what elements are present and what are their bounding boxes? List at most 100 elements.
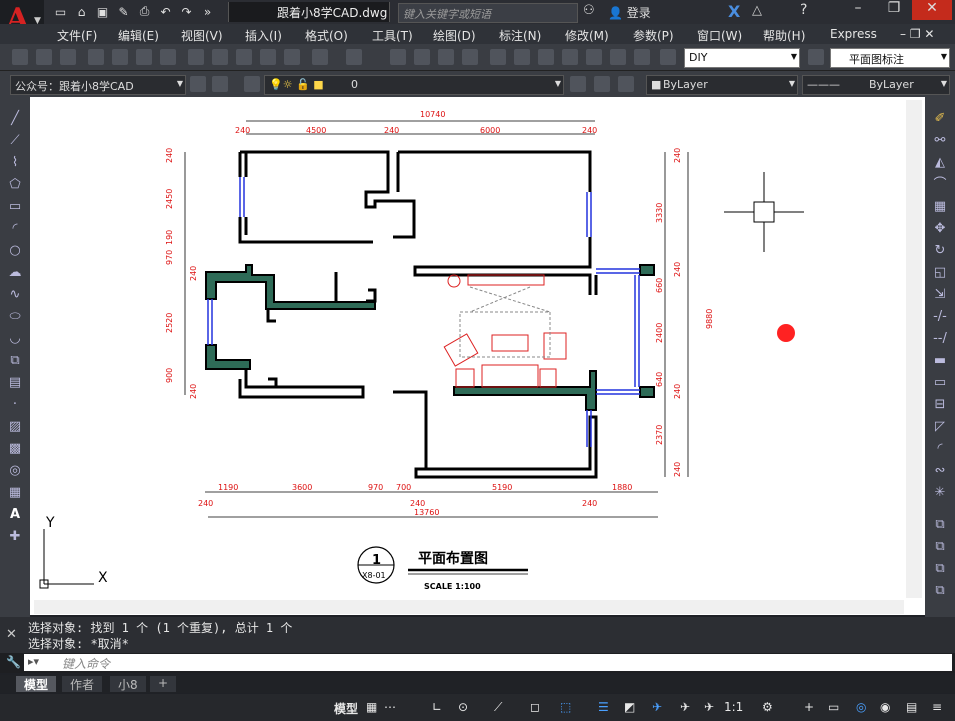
move-icon[interactable]: ✥ [932, 221, 948, 237]
workspace-settings-icon[interactable] [190, 76, 206, 92]
array-icon[interactable]: ▦ [932, 199, 948, 215]
menu-view[interactable]: 视图(V) [181, 27, 223, 44]
binoculars-icon[interactable]: ⚇ [583, 3, 595, 18]
text-front-icon[interactable]: ⧉ [932, 583, 948, 599]
annotation-scale-icon[interactable]: ✈ [680, 700, 690, 714]
make-block-icon[interactable]: ▤ [7, 375, 23, 391]
snap-icon[interactable]: ⋯ [384, 700, 396, 714]
lineweight-icon[interactable]: ☰ [598, 700, 609, 714]
bring-front-icon[interactable]: ⧉ [932, 539, 948, 555]
layer-previous-icon[interactable] [594, 76, 610, 92]
layer-manager-icon[interactable] [212, 76, 228, 92]
construction-line-icon[interactable]: ⟋ [7, 133, 23, 149]
properties-panel-icon[interactable]: ▤ [906, 700, 917, 714]
wrench-icon[interactable]: 🔧 [6, 655, 21, 669]
ellipse-arc-icon[interactable]: ◡ [7, 331, 23, 347]
open-file-icon[interactable]: ⌂ [73, 3, 90, 20]
line-icon[interactable]: ╱ [7, 111, 23, 127]
send-back-icon[interactable]: ⧉ [932, 561, 948, 577]
break-icon[interactable]: ▭ [932, 375, 948, 391]
region-icon[interactable]: ◎ [7, 463, 23, 479]
horizontal-scrollbar[interactable] [34, 600, 904, 614]
zoom-window-icon[interactable] [438, 49, 454, 65]
menu-help[interactable]: 帮助(H) [763, 27, 805, 44]
undo-icon[interactable]: ↶ [157, 3, 174, 20]
render-icon[interactable] [160, 49, 176, 65]
menu-file[interactable]: 文件(F) [57, 27, 97, 44]
make-current-icon[interactable] [570, 76, 586, 92]
markup-icon[interactable] [586, 49, 602, 65]
break-at-point-icon[interactable]: ▬ [932, 353, 948, 369]
polar-icon[interactable]: ⊙ [458, 700, 468, 714]
transparency-icon[interactable]: ◩ [624, 700, 635, 714]
quickcalc-icon[interactable] [610, 49, 626, 65]
undo-icon[interactable] [312, 49, 328, 65]
tool-palettes-icon[interactable] [538, 49, 554, 65]
save-icon[interactable] [60, 49, 76, 65]
workspace-gear-icon[interactable]: ⚙ [762, 700, 773, 714]
clean-screen-icon[interactable]: ◉ [880, 700, 890, 714]
add-icon[interactable]: + [804, 700, 814, 714]
paste-icon[interactable] [236, 49, 252, 65]
grid-icon[interactable]: ▦ [366, 700, 377, 714]
publish-icon[interactable] [136, 49, 152, 65]
menu-draw[interactable]: 绘图(D) [433, 27, 476, 44]
tab-model[interactable]: 模型 [16, 676, 57, 692]
new-icon[interactable] [12, 49, 28, 65]
dimstyle-select[interactable]: DIY ▼ [684, 48, 800, 68]
arc-icon[interactable]: ◜ [7, 221, 23, 237]
erase-icon[interactable]: ✐ [932, 111, 948, 127]
annotation-scale-value[interactable]: 1:1 [724, 700, 743, 714]
textstyle-select[interactable]: 平面图标注 ▼ [830, 48, 950, 68]
zoom-realtime-icon[interactable] [414, 49, 430, 65]
blend-curves-icon[interactable]: ∾ [932, 463, 948, 479]
ellipse-icon[interactable]: ⬭ [7, 309, 23, 325]
design-center-icon[interactable] [514, 49, 530, 65]
explode-icon[interactable]: ✳ [932, 485, 948, 501]
extend-icon[interactable]: --/ [932, 331, 948, 347]
search-input[interactable]: 键入关键字或短语 [398, 3, 578, 23]
new-file-icon[interactable]: ▭ [52, 3, 69, 20]
model-space-button[interactable]: 模型 [334, 700, 358, 717]
copy-object-icon[interactable]: ⚯ [932, 133, 948, 149]
command-input[interactable]: ▸▾ 键入命令 [24, 654, 952, 671]
redo-icon[interactable]: ↷ [178, 3, 195, 20]
spline-icon[interactable]: ∿ [7, 287, 23, 303]
tab-add[interactable]: + [150, 676, 177, 692]
a360-icon[interactable]: △ [752, 3, 762, 18]
layer-properties-icon[interactable] [244, 76, 260, 92]
block-editor-icon[interactable] [284, 49, 300, 65]
redo-icon[interactable] [346, 49, 362, 65]
layer-states-icon[interactable] [618, 76, 634, 92]
offset-icon[interactable]: ⌒ [932, 177, 948, 193]
help-icon[interactable] [634, 49, 650, 65]
restore-button[interactable]: ❐ [876, 0, 912, 20]
drawing-canvas[interactable]: 10740 240 4500 240 6000 240 1190 3600 97… [30, 97, 925, 615]
stretch-icon[interactable]: ⇲ [932, 287, 948, 303]
properties-icon[interactable] [490, 49, 506, 65]
polyline-icon[interactable]: ⌇ [7, 155, 23, 171]
tab-xiao8[interactable]: 小8 [110, 676, 146, 692]
login-button[interactable]: 👤 登录 [608, 4, 651, 21]
match-properties-icon[interactable] [260, 49, 276, 65]
chamfer-icon[interactable]: ◸ [932, 419, 948, 435]
scale-icon[interactable]: ◱ [932, 265, 948, 281]
vertical-scrollbar[interactable] [906, 100, 922, 598]
customization-icon[interactable]: ≡ [932, 700, 942, 714]
join-icon[interactable]: ⊟ [932, 397, 948, 413]
more-tools-icon[interactable]: » [199, 3, 216, 20]
linetype-select[interactable]: ——— ByLayer ▼ [802, 75, 950, 95]
fillet-icon[interactable]: ◜ [932, 441, 948, 457]
help-icon[interactable]: ? [800, 2, 807, 18]
gradient-icon[interactable]: ▩ [7, 441, 23, 457]
print-icon[interactable] [88, 49, 104, 65]
workspace-select[interactable]: 公众号：跟着小8学CAD ▼ [10, 75, 186, 95]
menu-modify[interactable]: 修改(M) [565, 27, 609, 44]
revcloud-icon[interactable]: ☁ [7, 265, 23, 281]
pan-icon[interactable] [390, 49, 406, 65]
annotation-visibility-icon[interactable]: ✈ [704, 700, 714, 714]
mtext-icon[interactable]: A [7, 507, 23, 523]
layer-select[interactable]: 💡☼ 🔓 ■ 0 ▼ [264, 75, 564, 95]
zoom-previous-icon[interactable] [462, 49, 478, 65]
object-snap-icon[interactable]: ◻ [530, 700, 540, 714]
